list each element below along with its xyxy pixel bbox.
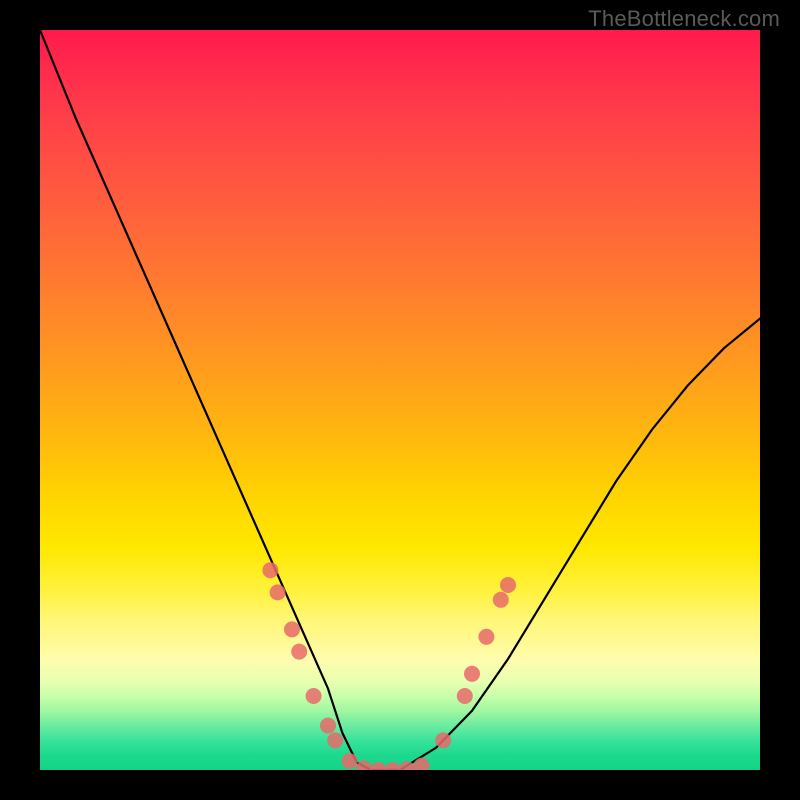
chart-container: TheBottleneck.com [0, 0, 800, 800]
watermark-label: TheBottleneck.com [588, 6, 780, 32]
curve-marker [464, 666, 480, 682]
plot-area [40, 30, 760, 770]
curve-marker [414, 758, 430, 770]
curve-marker [270, 584, 286, 600]
curve-marker [306, 688, 322, 704]
curve-marker [478, 629, 494, 645]
curve-marker [262, 562, 278, 578]
curve-marker [435, 732, 451, 748]
curve-marker [342, 753, 358, 769]
curve-marker [320, 718, 336, 734]
curve-marker [327, 732, 343, 748]
curve-svg [40, 30, 760, 770]
curve-marker [385, 762, 401, 770]
curve-marker [399, 761, 415, 770]
curve-marker [457, 688, 473, 704]
curve-markers [262, 562, 516, 770]
curve-marker [356, 761, 372, 771]
curve-marker [291, 644, 307, 660]
curve-marker [370, 762, 386, 770]
curve-marker [284, 621, 300, 637]
curve-marker [493, 592, 509, 608]
bottleneck-curve [40, 30, 760, 770]
curve-marker [500, 577, 516, 593]
